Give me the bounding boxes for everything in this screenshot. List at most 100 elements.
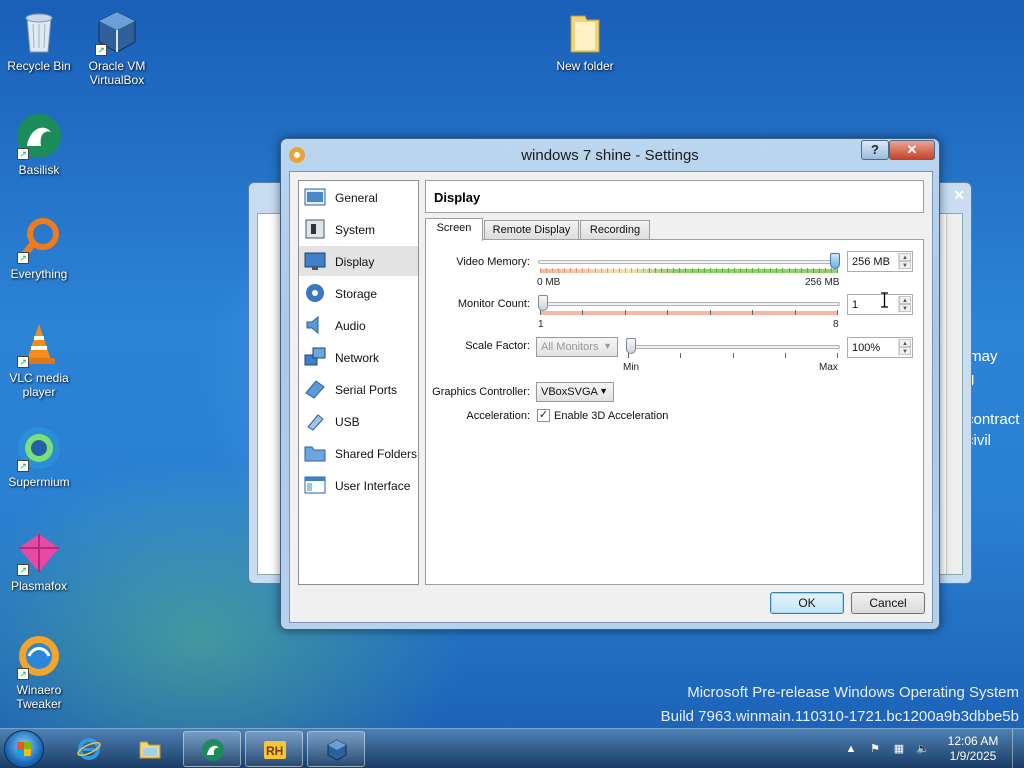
sidebar-item-shared-folders[interactable]: Shared Folders <box>299 438 418 468</box>
sidebar-item-usb[interactable]: USB <box>299 406 418 436</box>
video-memory-spinbox[interactable]: 256 MB ▲ ▼ <box>847 251 913 272</box>
spin-up-icon[interactable]: ▲ <box>899 253 911 261</box>
desktop-icon-new-folder[interactable]: New folder <box>546 8 624 73</box>
scale-factor-slider[interactable] <box>626 338 636 354</box>
enable-3d-checkbox[interactable]: ✓ <box>537 409 550 422</box>
spin-down-icon[interactable]: ▼ <box>899 261 911 269</box>
settings-sidebar: General System Display Storage Audio Net… <box>298 180 419 585</box>
chevron-down-icon: ▼ <box>599 386 608 396</box>
dialog-title: windows 7 shine - Settings <box>521 147 699 164</box>
enable-3d-label[interactable]: Enable 3D Acceleration <box>554 410 668 422</box>
settings-dialog: windows 7 shine - Settings ? ✕ General S… <box>280 138 940 630</box>
show-hidden-icons-icon[interactable]: ▲ <box>844 742 858 756</box>
volume-icon[interactable]: 🔈 <box>916 742 930 756</box>
slider-tick <box>800 268 802 273</box>
action-center-flag-icon[interactable]: ⚑ <box>868 742 882 756</box>
virtualbox-icon: ↗ <box>93 8 141 56</box>
user-interface-icon <box>304 475 326 495</box>
slider-tick <box>552 268 554 273</box>
slider-tick <box>812 268 814 273</box>
graphics-controller-select[interactable]: VBoxSVGA ▼ <box>536 382 614 402</box>
spinner-arrows[interactable]: ▲ ▼ <box>898 296 911 313</box>
start-button[interactable] <box>4 730 44 768</box>
everything-icon: ↗ <box>15 216 63 264</box>
sidebar-item-system[interactable]: System <box>299 214 418 244</box>
network-tray-icon[interactable]: ▦ <box>892 742 906 756</box>
dialog-titlebar[interactable]: windows 7 shine - Settings ? ✕ <box>281 139 939 169</box>
video-memory-slider[interactable] <box>830 253 840 269</box>
scale-monitor-select: All Monitors ▼ <box>536 337 618 357</box>
desktop-icon-label: Basilisk <box>18 163 60 177</box>
desktop-icon-label: Oracle VM VirtualBox <box>88 59 146 87</box>
slider-tick <box>782 268 784 273</box>
slider-tick <box>709 268 711 273</box>
taskbar-basilisk-button[interactable] <box>183 731 241 767</box>
shortcut-arrow-icon: ↗ <box>17 668 29 680</box>
desktop-icon-everything[interactable]: ↗ Everything <box>0 216 78 281</box>
sidebar-item-general[interactable]: General <box>299 182 418 212</box>
serial-ports-icon <box>304 379 326 399</box>
spin-down-icon[interactable]: ▼ <box>899 347 911 355</box>
scrollbar[interactable] <box>946 214 962 574</box>
slider-tick <box>546 268 548 273</box>
slider-tick <box>715 268 717 273</box>
tab-recording[interactable]: Recording <box>580 220 650 240</box>
sidebar-item-audio[interactable]: Audio <box>299 310 418 340</box>
taskbar-rh-button[interactable]: RH <box>245 731 303 767</box>
taskbar-explorer-button[interactable] <box>121 731 179 767</box>
sidebar-item-label: Network <box>335 351 380 365</box>
video-memory-max: 256 MB <box>805 277 840 288</box>
slider-tick <box>582 310 584 315</box>
sidebar-item-serial-ports[interactable]: Serial Ports <box>299 374 418 404</box>
cancel-button[interactable]: Cancel <box>851 592 925 614</box>
monitor-count-min: 1 <box>538 319 544 330</box>
tab-screen[interactable]: Screen <box>425 218 483 241</box>
desktop-icon-virtualbox[interactable]: ↗ Oracle VM VirtualBox <box>78 8 156 87</box>
slider-tick <box>691 268 693 273</box>
show-desktop-button[interactable] <box>1012 729 1024 768</box>
sidebar-item-network[interactable]: Network <box>299 342 418 372</box>
desktop-icon-recycle-bin[interactable]: Recycle Bin <box>0 8 78 73</box>
taskbar-virtualbox-button[interactable] <box>307 731 365 767</box>
help-button[interactable]: ? <box>861 140 889 160</box>
slider-tick <box>685 268 687 273</box>
slider-tick <box>709 310 711 315</box>
slider-tick <box>837 268 838 273</box>
close-button[interactable]: ✕ <box>889 140 935 160</box>
desktop-icon-plasmafox[interactable]: ↗ Plasmafox <box>0 528 78 593</box>
sidebar-item-user-interface[interactable]: User Interface <box>299 470 418 500</box>
system-icon <box>304 219 326 239</box>
internet-explorer-icon <box>77 738 101 760</box>
clock[interactable]: 12:06 AM 1/9/2025 <box>938 734 1008 764</box>
spin-up-icon[interactable]: ▲ <box>899 339 911 347</box>
slider-tick <box>655 268 657 273</box>
tab-remote-display[interactable]: Remote Display <box>484 220 579 240</box>
screen-tab-pane: Video Memory: 0 MB 256 MB 256 MB ▲ ▼ Moni… <box>425 239 924 585</box>
folder-icon <box>561 8 609 56</box>
slider-tick <box>727 268 729 273</box>
taskbar-ie-button[interactable] <box>60 731 118 767</box>
ok-button[interactable]: OK <box>770 592 844 614</box>
desktop-icon-supermium[interactable]: ↗ Supermium <box>0 424 78 489</box>
spin-down-icon[interactable]: ▼ <box>899 304 911 312</box>
sidebar-item-storage[interactable]: Storage <box>299 278 418 308</box>
sidebar-item-display[interactable]: Display <box>299 246 418 276</box>
desktop-icon-winaero[interactable]: ↗ Winaero Tweaker <box>0 632 78 711</box>
desktop: Recycle Bin ↗ Oracle VM VirtualBox New f… <box>0 0 1024 728</box>
slider-tick <box>764 268 766 273</box>
display-icon <box>304 251 326 271</box>
spin-up-icon[interactable]: ▲ <box>899 296 911 304</box>
spinner-arrows[interactable]: ▲ ▼ <box>898 253 911 270</box>
desktop-icon-label: Plasmafox <box>10 579 68 593</box>
close-icon[interactable]: ✕ <box>953 187 965 204</box>
shortcut-arrow-icon: ↗ <box>17 356 29 368</box>
scale-factor-spinbox[interactable]: 100% ▲ ▼ <box>847 337 913 358</box>
shortcut-arrow-icon: ↗ <box>17 148 29 160</box>
scale-factor-ticks <box>628 353 838 359</box>
desktop-icon-basilisk[interactable]: ↗ Basilisk <box>0 112 78 177</box>
slider-tick <box>576 268 578 273</box>
desktop-icon-vlc[interactable]: ↗ VLC media player <box>0 320 78 399</box>
sidebar-item-label: Storage <box>335 287 378 301</box>
monitor-count-slider[interactable] <box>538 295 548 311</box>
spinner-arrows[interactable]: ▲ ▼ <box>898 339 911 356</box>
